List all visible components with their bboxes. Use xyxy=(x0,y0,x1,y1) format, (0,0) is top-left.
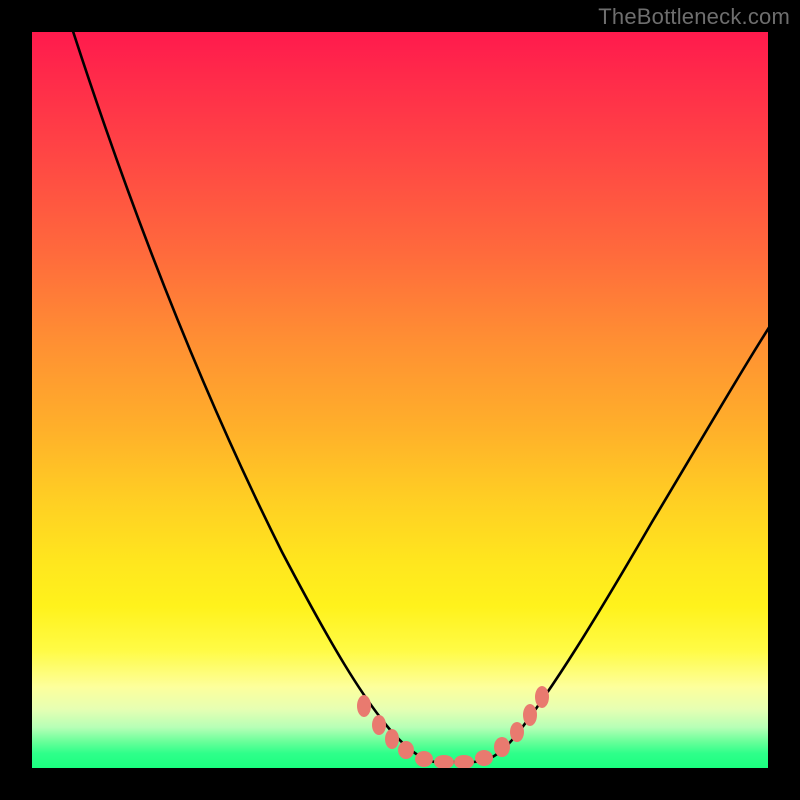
curve-markers xyxy=(357,686,549,768)
bottleneck-curve xyxy=(32,32,768,768)
watermark-text: TheBottleneck.com xyxy=(598,4,790,30)
chart-frame: TheBottleneck.com xyxy=(0,0,800,800)
plot-area xyxy=(32,32,768,768)
